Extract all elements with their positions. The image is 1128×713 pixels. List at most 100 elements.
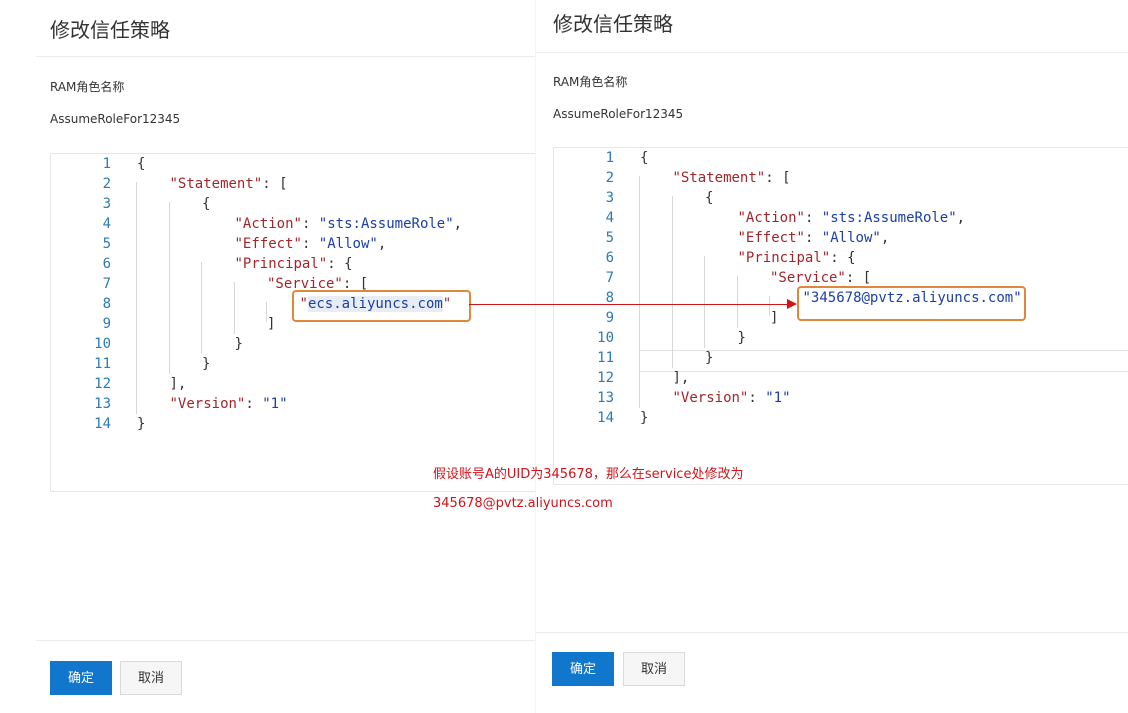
policy-code-editor[interactable]: 1{2 "Statement": [3{4 "Action": "sts:Assum… [50,153,542,492]
line-number: 9 [605,310,614,326]
json-key: "Service" [770,270,846,286]
code-text: } [234,336,243,352]
line-number: 3 [102,196,111,212]
code-line: 14} [554,408,1128,428]
json-key: "Version" [672,390,749,406]
json-string: "1" [262,396,288,412]
code-text: "Principal": { [234,256,353,272]
json-key: "Statement" [169,176,263,192]
line-number: 3 [605,190,614,206]
code-text: { [137,156,146,172]
code-text: ] [267,316,276,332]
json-key: "Effect" [737,230,805,246]
line-number: 14 [597,410,614,426]
json-key: "Principal" [234,256,328,272]
json-key: "Version" [169,396,246,412]
code-line: 2 "Statement": [ [554,168,1128,188]
role-name-label: RAM角色名称 [553,75,628,89]
right-dialog: 修改信任策略 RAM角色名称 AssumeRoleFor12345 1{2 "St… [535,0,1128,713]
code-text: "Action": "sts:AssumeRole", [234,216,463,232]
code-text: } [737,330,746,346]
code-line: 10} [51,334,541,354]
title-divider [36,56,535,57]
dialog-title: 修改信任策略 [553,12,673,36]
line-number: 8 [102,296,111,312]
role-name-value: AssumeRoleFor12345 [50,112,181,126]
code-line: 11} [51,354,541,374]
code-line: 1{ [51,154,541,174]
json-string: "Allow" [318,236,378,252]
line-number: 13 [94,396,111,412]
arrow-line [469,304,789,305]
line-number: 12 [94,376,111,392]
code-text: ] [770,310,779,326]
line-number: 13 [597,390,614,406]
code-line: 7 "Service": [ [554,268,1128,288]
line-number: 9 [102,316,111,332]
code-text: } [705,350,714,366]
annotation-line-2: 345678@pvtz.aliyuncs.com [433,496,613,511]
line-number: 7 [102,276,111,292]
line-number: 2 [605,170,614,186]
line-number: 6 [102,256,111,272]
code-text: "Principal": { [737,250,856,266]
role-name-label: RAM角色名称 [50,80,125,94]
line-number: 4 [605,210,614,226]
footer-divider [535,632,1128,633]
code-text: "Statement": [ [672,170,791,186]
confirm-button[interactable]: 确定 [552,652,614,686]
code-line: 13 "Version": "1" [554,388,1128,408]
highlight-box-original [292,290,471,322]
code-line: 12], [51,374,541,394]
json-string: "sts:AssumeRole" [821,210,957,226]
code-text: ], [169,376,187,392]
line-number: 10 [94,336,111,352]
code-text: ], [672,370,690,386]
code-line: 6 "Principal": { [51,254,541,274]
json-key: "Statement" [672,170,766,186]
cancel-button[interactable]: 取消 [120,661,182,695]
code-line: 13 "Version": "1" [51,394,541,414]
left-dialog: 修改信任策略 RAM角色名称 AssumeRoleFor12345 1{2 "St… [0,0,542,713]
code-text: "Statement": [ [169,176,288,192]
code-text: "Effect": "Allow", [737,230,890,246]
confirm-button[interactable]: 确定 [50,661,112,695]
annotation-line-1: 假设账号A的UID为345678，那么在service处修改为 [433,467,744,482]
title-divider [535,52,1128,53]
line-number: 11 [597,350,614,366]
json-string: "Allow" [821,230,881,246]
code-text: { [705,190,714,206]
code-text: } [202,356,211,372]
line-number: 2 [102,176,111,192]
line-number: 6 [605,250,614,266]
code-line: 14} [51,414,541,434]
code-line: 2 "Statement": [ [51,174,541,194]
code-line: 3{ [554,188,1128,208]
code-line: 5 "Effect": "Allow", [51,234,541,254]
code-line: 4 "Action": "sts:AssumeRole", [554,208,1128,228]
cancel-button[interactable]: 取消 [623,652,685,686]
code-text: "Effect": "Allow", [234,236,387,252]
line-number: 11 [94,356,111,372]
line-number: 1 [605,150,614,166]
line-number: 4 [102,216,111,232]
line-number: 7 [605,270,614,286]
line-number: 12 [597,370,614,386]
arrow-head-icon [787,299,797,309]
code-text: "Version": "1" [672,390,791,406]
code-line: 1{ [554,148,1128,168]
line-number: 14 [94,416,111,432]
code-text: "Action": "sts:AssumeRole", [737,210,966,226]
json-key: "Action" [234,216,302,232]
json-key: "Action" [737,210,805,226]
code-line: 12], [554,368,1128,388]
role-name-value: AssumeRoleFor12345 [553,107,684,121]
code-line: 3{ [51,194,541,214]
code-line: 4 "Action": "sts:AssumeRole", [51,214,541,234]
code-text: { [202,196,211,212]
code-text: } [640,410,649,426]
highlight-box-modified [797,286,1026,321]
json-key: "Principal" [737,250,831,266]
line-number: 1 [102,156,111,172]
line-number: 10 [597,330,614,346]
